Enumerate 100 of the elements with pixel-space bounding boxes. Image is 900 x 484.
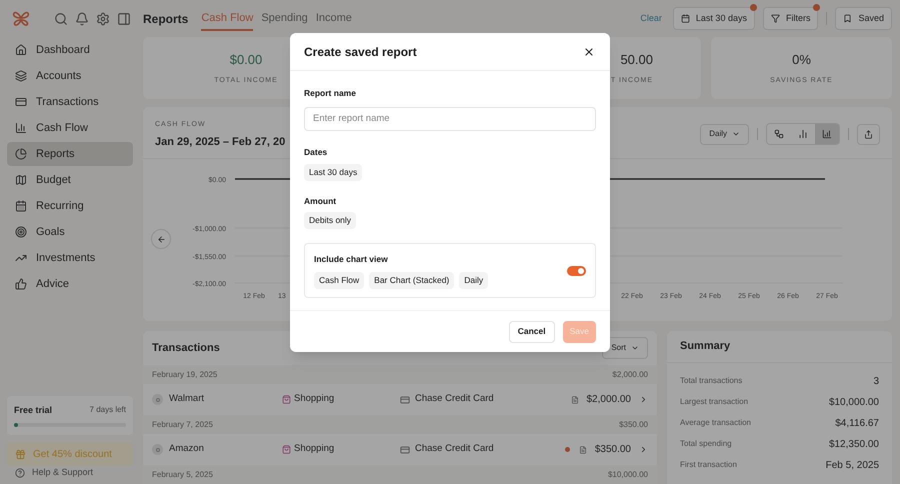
chart-icon	[774, 129, 784, 139]
sidebar-item[interactable]: Cash Flow	[7, 116, 133, 140]
calendar-icon	[680, 14, 690, 23]
merchant-icon	[152, 444, 163, 455]
stat-value: $0.00	[230, 51, 262, 69]
section-title: Summary	[680, 339, 730, 354]
field-label: Report name	[304, 87, 357, 100]
sidebar-item[interactable]: Reports	[7, 142, 133, 166]
help-link[interactable]: Help & Support	[7, 466, 133, 480]
chart-icon	[822, 129, 832, 139]
group-date: February 7, 2025	[152, 418, 213, 430]
dates-chip: Last 30 days	[304, 164, 362, 180]
stat-value: 50.00	[620, 51, 653, 69]
report-tab[interactable]: Spending	[261, 6, 308, 31]
summary-value: Feb 5, 2025	[826, 458, 879, 472]
chart-type-button[interactable]	[815, 124, 839, 144]
summary-label: Average transaction	[680, 417, 752, 429]
trial-title: Free trial	[14, 404, 52, 416]
merchant-name: Walmart	[169, 392, 204, 406]
share-icon	[864, 130, 873, 138]
group-date: February 5, 2025	[152, 468, 213, 480]
chevron-right-icon[interactable]	[639, 395, 648, 404]
category-name: Shopping	[294, 442, 334, 456]
nav-icon	[15, 148, 27, 160]
group-total: $350.00	[619, 418, 648, 430]
dialog-title: Create saved report	[304, 44, 417, 60]
nav-icon	[15, 200, 27, 212]
sidebar-item[interactable]: Advice	[7, 272, 133, 296]
panel-label: Include chart view	[314, 252, 389, 266]
category-name: Shopping	[294, 392, 334, 406]
chart-icon	[798, 129, 808, 139]
sidebar-item[interactable]: Transactions	[7, 90, 133, 114]
section-title: Transactions	[152, 340, 220, 356]
cancel-button[interactable]: Cancel	[508, 320, 555, 342]
card-icon	[400, 394, 410, 404]
report-tab[interactable]: Income	[316, 6, 352, 31]
export-button[interactable]	[857, 124, 880, 144]
account-name: Chase Credit Card	[415, 392, 494, 406]
filter-icon	[770, 14, 780, 23]
transaction-amount: $2,000.00	[586, 393, 631, 407]
page-title: Reports	[143, 10, 188, 28]
panel-icon[interactable]	[117, 12, 131, 26]
chart-option-chip: Bar Chart (Stacked)	[369, 272, 454, 289]
nav-icon	[15, 122, 27, 134]
interval-dropdown[interactable]: Daily	[700, 124, 749, 144]
field-label: Amount	[304, 194, 338, 208]
sidebar-item[interactable]: Accounts	[7, 64, 133, 88]
summary-label: Total spending	[680, 438, 732, 450]
summary-value: $12,350.00	[828, 438, 879, 452]
sidebar-item[interactable]: Recurring	[7, 194, 133, 218]
previous-button[interactable]	[151, 229, 171, 249]
group-date: February 19, 2025	[152, 368, 218, 380]
nav-icon	[15, 96, 27, 108]
merchant-icon	[152, 394, 163, 405]
sidebar-item[interactable]: Goals	[7, 220, 133, 244]
nav-icon	[15, 278, 27, 290]
summary-value: 3	[873, 374, 879, 388]
help-icon	[15, 468, 25, 478]
transaction-row[interactable]: Amazon Shopping Chase Credit Card $350.00	[143, 434, 657, 465]
summary-label: Largest transaction	[680, 396, 748, 408]
shopping-bag-icon	[282, 395, 291, 404]
caret-icon	[732, 130, 740, 138]
card-icon	[400, 444, 410, 454]
report-name-input[interactable]: Enter report name	[304, 106, 596, 131]
summary-value: $10,000.00	[828, 396, 879, 410]
account-name: Chase Credit Card	[415, 442, 494, 456]
nav-icon	[15, 226, 27, 238]
bell-icon[interactable]	[75, 12, 89, 26]
settings-icon[interactable]	[96, 12, 110, 26]
group-total: $10,000.00	[608, 468, 648, 480]
sidebar-item[interactable]: Investments	[7, 246, 133, 270]
summary-label: First transaction	[680, 459, 737, 471]
gift-icon	[15, 448, 26, 460]
arrow-left-icon	[156, 234, 166, 244]
sidebar-item[interactable]: Budget	[7, 168, 133, 192]
toggle-switch[interactable]	[567, 266, 586, 276]
nav-icon	[15, 252, 27, 264]
transaction-row[interactable]: Walmart Shopping Chase Credit Card $2,000.00	[143, 384, 657, 415]
merchant-name: Amazon	[169, 442, 204, 456]
nav-icon	[15, 44, 27, 56]
butterfly-logo-icon	[12, 10, 30, 28]
nav-icon	[15, 174, 27, 186]
amount-chip: Debits only	[304, 212, 356, 230]
toolbar-button[interactable]: Last 30 days	[672, 7, 755, 30]
document-icon	[570, 396, 578, 404]
toolbar-button[interactable]: Filters	[762, 7, 818, 30]
shopping-bag-icon	[282, 445, 291, 454]
toolbar-button[interactable]: Saved	[835, 7, 892, 30]
search-icon[interactable]	[54, 12, 68, 26]
caret-icon	[631, 344, 639, 352]
nav-icon	[15, 70, 27, 82]
bookmark-icon	[843, 14, 852, 23]
chart-option-chip: Daily	[459, 272, 488, 289]
transaction-amount: $350.00	[594, 443, 631, 457]
field-label: Dates	[304, 146, 328, 158]
document-icon	[578, 446, 587, 454]
close-icon	[583, 46, 595, 58]
chart-date-range: Jan 29, 2025 – Feb 27, 20	[155, 134, 286, 150]
sidebar-item[interactable]: Dashboard	[7, 38, 133, 62]
chevron-right-icon[interactable]	[639, 445, 648, 454]
